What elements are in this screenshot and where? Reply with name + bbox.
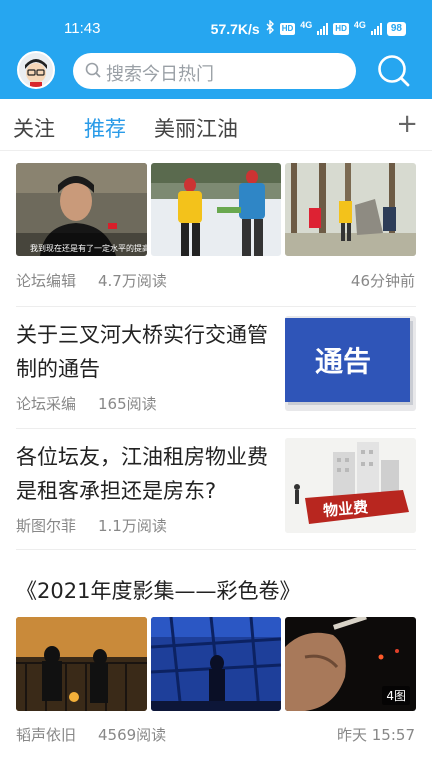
- feed-item-2-title[interactable]: 关于三叉河大桥实行交通管制的通告: [16, 318, 274, 386]
- feed-item-1-image-1[interactable]: 我到现在还是有了一定水平的提高: [16, 163, 147, 256]
- feed-item-2-reads: 165阅读: [98, 395, 157, 413]
- feed-item-4-title[interactable]: 《2021年度影集——彩色卷》: [16, 574, 416, 608]
- hd-badge-2: HD: [333, 22, 349, 35]
- feed-item-4-author[interactable]: 韬声依旧: [16, 724, 76, 745]
- feed-item-4-image-1[interactable]: [16, 617, 147, 711]
- search-icon: [85, 62, 102, 83]
- image-caption: 我到现在还是有了一定水平的提高: [30, 244, 147, 253]
- network-type-2: 4G: [353, 19, 366, 30]
- divider: [16, 306, 416, 307]
- channel-tabs: 关注 推荐 美丽江油 +: [0, 99, 432, 151]
- feed-item-3-thumbnail[interactable]: 物业费: [285, 438, 416, 533]
- network-type: 4G: [300, 19, 313, 30]
- status-time: 11:43: [64, 20, 101, 37]
- signal-bars-icon-2: [370, 22, 382, 35]
- feed-item-4-time: 昨天 15:57: [337, 726, 415, 744]
- feed-item-1-image-2[interactable]: [151, 163, 281, 256]
- feed-item-3-reads: 1.1万阅读: [98, 517, 167, 535]
- thumbnail-text: 物业费: [322, 498, 369, 520]
- search-icon-large: [376, 55, 412, 93]
- signal-bars-icon: [317, 22, 329, 35]
- feed-item-4-image-2[interactable]: [151, 617, 281, 711]
- feed-item-1-author[interactable]: 论坛编辑: [16, 270, 76, 291]
- feed-item-3-author[interactable]: 斯图尔菲: [16, 515, 76, 536]
- tab-jiangyou[interactable]: 美丽江油: [154, 113, 238, 143]
- feed-item-1-image-3[interactable]: [285, 163, 416, 256]
- divider: [16, 428, 416, 429]
- battery-icon: 98: [386, 21, 406, 36]
- feed-item-3-title[interactable]: 各位坛友，江油租房物业费是租客承担还是房东?: [16, 440, 278, 508]
- image-count-badge: 4图: [382, 686, 410, 705]
- search-input[interactable]: 搜索今日热门: [73, 53, 356, 89]
- user-avatar[interactable]: [17, 51, 55, 89]
- hd-badge: HD: [279, 22, 296, 35]
- feed-item-1-reads: 4.7万阅读: [98, 272, 167, 290]
- bluetooth-icon: [265, 19, 275, 37]
- divider: [16, 549, 416, 550]
- tab-follow[interactable]: 关注: [13, 113, 55, 143]
- feed-item-1-time: 46分钟前: [350, 272, 415, 290]
- feed-item-4-reads: 4569阅读: [98, 726, 167, 744]
- add-channel-button[interactable]: +: [396, 111, 418, 137]
- feed-item-2-thumbnail[interactable]: 通告: [285, 316, 416, 411]
- search-button[interactable]: [376, 53, 412, 89]
- status-bar: 11:43 57.7K/s HD 4G HD 4G 98: [0, 0, 432, 52]
- network-speed: 57.7K/s: [210, 20, 260, 37]
- thumbnail-text: 通告: [315, 345, 372, 378]
- feed-item-2-author[interactable]: 论坛采编: [16, 393, 76, 414]
- tab-recommend[interactable]: 推荐: [84, 113, 126, 143]
- search-placeholder: 搜索今日热门: [106, 64, 214, 85]
- feed-item-4-image-3[interactable]: 4图: [285, 617, 416, 711]
